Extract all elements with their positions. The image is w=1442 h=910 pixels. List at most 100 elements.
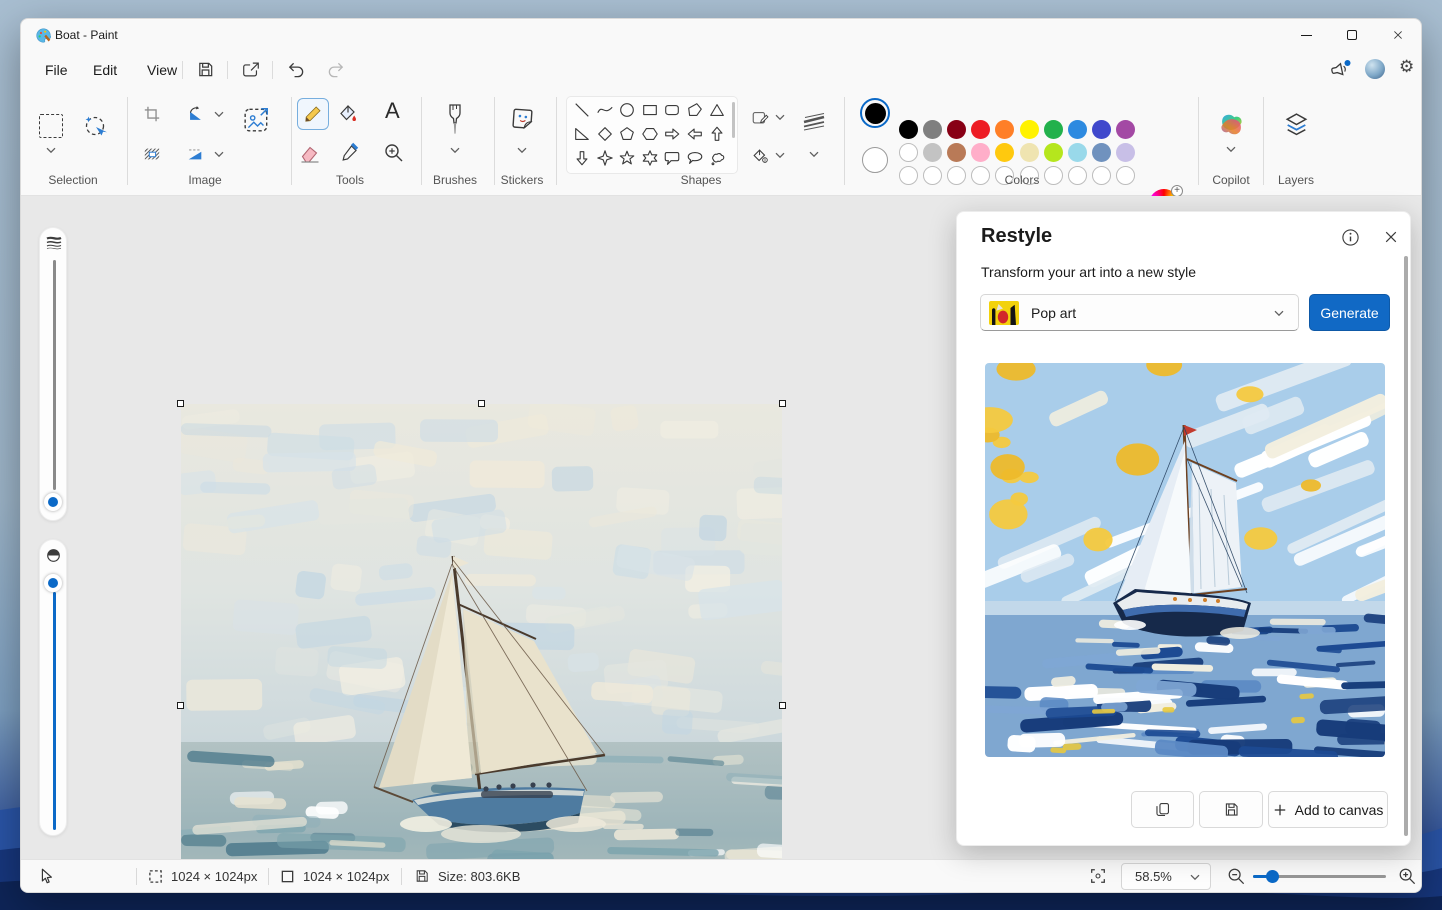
zoom-slider-fill bbox=[1253, 875, 1267, 878]
zoom-in-icon[interactable] bbox=[1398, 867, 1416, 885]
style-dropdown-value: Pop art bbox=[1031, 304, 1077, 321]
save-button[interactable] bbox=[196, 60, 215, 79]
close-button[interactable] bbox=[1375, 19, 1421, 51]
palette-color-#ffc90e[interactable] bbox=[995, 142, 1015, 162]
zoom-out-icon[interactable] bbox=[1227, 867, 1245, 885]
palette-color-#ffaec9[interactable] bbox=[971, 142, 991, 162]
copy-icon bbox=[1154, 801, 1171, 818]
palette-color-#c3c3c3[interactable] bbox=[922, 142, 942, 162]
selection-handle-ne[interactable] bbox=[779, 400, 786, 407]
style-thumbnail bbox=[989, 300, 1019, 325]
ribbon: Selection Image A Tools Brushes Stickers bbox=[21, 89, 1421, 219]
file-size-icon bbox=[414, 868, 430, 884]
palette-color-#b5e61d[interactable] bbox=[1043, 142, 1063, 162]
palette-color-#7092be[interactable] bbox=[1092, 142, 1112, 162]
chevron-down-icon bbox=[1274, 310, 1284, 317]
layers-icon[interactable] bbox=[1283, 111, 1310, 138]
selection-handle-w[interactable] bbox=[177, 702, 184, 709]
close-panel-icon[interactable] bbox=[1383, 229, 1399, 245]
avatar[interactable] bbox=[1365, 59, 1385, 79]
selection-handle-e[interactable] bbox=[779, 702, 786, 709]
palette-color-#7f7f7f[interactable] bbox=[922, 119, 942, 139]
palette-color-#ff7f27[interactable] bbox=[995, 119, 1015, 139]
restyle-subtitle: Transform your art into a new style bbox=[981, 264, 1197, 280]
palette-color-#c8bfe7[interactable] bbox=[1116, 142, 1136, 162]
palette-color-#000000[interactable] bbox=[898, 119, 918, 139]
palette-color-#2d8ae0[interactable] bbox=[1067, 119, 1087, 139]
palette-color-#ed1c24[interactable] bbox=[971, 119, 991, 139]
opacity-icon bbox=[46, 548, 61, 563]
maximize-icon bbox=[1347, 30, 1357, 40]
palette-empty-slot[interactable] bbox=[1092, 165, 1112, 185]
size-slider-thumb[interactable] bbox=[44, 493, 62, 511]
menu-view[interactable]: View bbox=[137, 58, 187, 82]
palette-color-#a349a4[interactable] bbox=[1116, 119, 1136, 139]
paint-window: Boat - Paint File Edit View ⚙ Selection bbox=[20, 18, 1422, 893]
selection-handle-n[interactable] bbox=[478, 400, 485, 407]
restyle-title: Restyle bbox=[981, 225, 1053, 247]
plus-icon bbox=[1273, 803, 1287, 817]
divider bbox=[227, 61, 228, 79]
divider bbox=[136, 868, 137, 885]
save-icon bbox=[1223, 801, 1240, 818]
menu-edit[interactable]: Edit bbox=[83, 58, 127, 82]
palette-empty-slot[interactable] bbox=[1116, 165, 1136, 185]
palette-color-#3f48cc[interactable] bbox=[1092, 119, 1112, 139]
palette-empty-slot[interactable] bbox=[1043, 165, 1063, 185]
divider bbox=[182, 61, 183, 79]
save-result-button[interactable] bbox=[1199, 791, 1263, 828]
settings-gear-icon[interactable]: ⚙ bbox=[1399, 57, 1414, 77]
size-slider[interactable] bbox=[39, 227, 67, 521]
boat-painting: Conrad S. bbox=[177, 400, 911, 892]
canvas-size-icon bbox=[280, 869, 295, 884]
toolbar: File Edit View ⚙ bbox=[21, 51, 1421, 89]
palette-color-#99d9ea[interactable] bbox=[1067, 142, 1087, 162]
status-bar: 1024 × 1024px 1024 × 1024px Size: 803.6K… bbox=[21, 859, 1421, 892]
palette-empty-slot[interactable] bbox=[971, 165, 991, 185]
palette-color-#ffffff[interactable] bbox=[898, 142, 918, 162]
opacity-slider-thumb[interactable] bbox=[44, 574, 62, 592]
palette-color-#880015[interactable] bbox=[946, 119, 966, 139]
canvas-size-value: 1024 × 1024px bbox=[303, 869, 390, 884]
canvas[interactable]: Conrad S. bbox=[177, 400, 911, 892]
chevron-down-icon[interactable] bbox=[1226, 146, 1236, 153]
minimize-button[interactable] bbox=[1283, 19, 1329, 51]
palette-color-#efe4b0[interactable] bbox=[1019, 142, 1039, 162]
style-dropdown[interactable]: Pop art bbox=[980, 294, 1299, 331]
panel-scrollbar[interactable] bbox=[1404, 256, 1408, 836]
zoom-level-dropdown[interactable]: 58.5% bbox=[1121, 863, 1211, 890]
copilot-icon[interactable] bbox=[1217, 110, 1246, 139]
copy-result-button[interactable] bbox=[1131, 791, 1194, 828]
palette-color-#b97a57[interactable] bbox=[946, 142, 966, 162]
selection-size-icon bbox=[148, 869, 163, 884]
selection-handle-nw[interactable] bbox=[177, 400, 184, 407]
info-icon[interactable] bbox=[1341, 228, 1360, 247]
fit-to-screen-icon[interactable] bbox=[1089, 867, 1107, 885]
redo-button[interactable] bbox=[327, 60, 346, 79]
restyle-panel: Restyle Transform your art into a new st… bbox=[956, 211, 1411, 846]
divider bbox=[1198, 97, 1199, 185]
layers-group-label: Layers bbox=[1277, 173, 1315, 187]
generate-button[interactable]: Generate bbox=[1309, 294, 1390, 331]
title-bar[interactable]: Boat - Paint bbox=[21, 19, 1421, 51]
opacity-slider-track[interactable] bbox=[52, 592, 56, 830]
divider bbox=[268, 868, 269, 885]
maximize-button[interactable] bbox=[1329, 19, 1375, 51]
menu-file[interactable]: File bbox=[35, 58, 78, 82]
feedback-button[interactable] bbox=[1329, 59, 1351, 81]
size-slider-track[interactable] bbox=[52, 260, 56, 490]
zoom-slider-thumb[interactable] bbox=[1266, 870, 1279, 883]
palette-color-#22b14c[interactable] bbox=[1043, 119, 1063, 139]
palette-empty-slot[interactable] bbox=[946, 165, 966, 185]
desktop: { "window": { "title": "Boat - Paint" },… bbox=[0, 0, 1442, 910]
undo-button[interactable] bbox=[286, 60, 305, 79]
palette-empty-slot[interactable] bbox=[1067, 165, 1087, 185]
palette-color-#fff200[interactable] bbox=[1019, 119, 1039, 139]
selection-size-value: 1024 × 1024px bbox=[171, 869, 258, 884]
palette-empty-slot[interactable] bbox=[922, 165, 942, 185]
share-button[interactable] bbox=[241, 60, 261, 79]
palette-empty-slot[interactable] bbox=[898, 165, 918, 185]
opacity-slider[interactable] bbox=[39, 539, 67, 836]
divider bbox=[1263, 97, 1264, 185]
add-to-canvas-button[interactable]: Add to canvas bbox=[1268, 791, 1388, 828]
